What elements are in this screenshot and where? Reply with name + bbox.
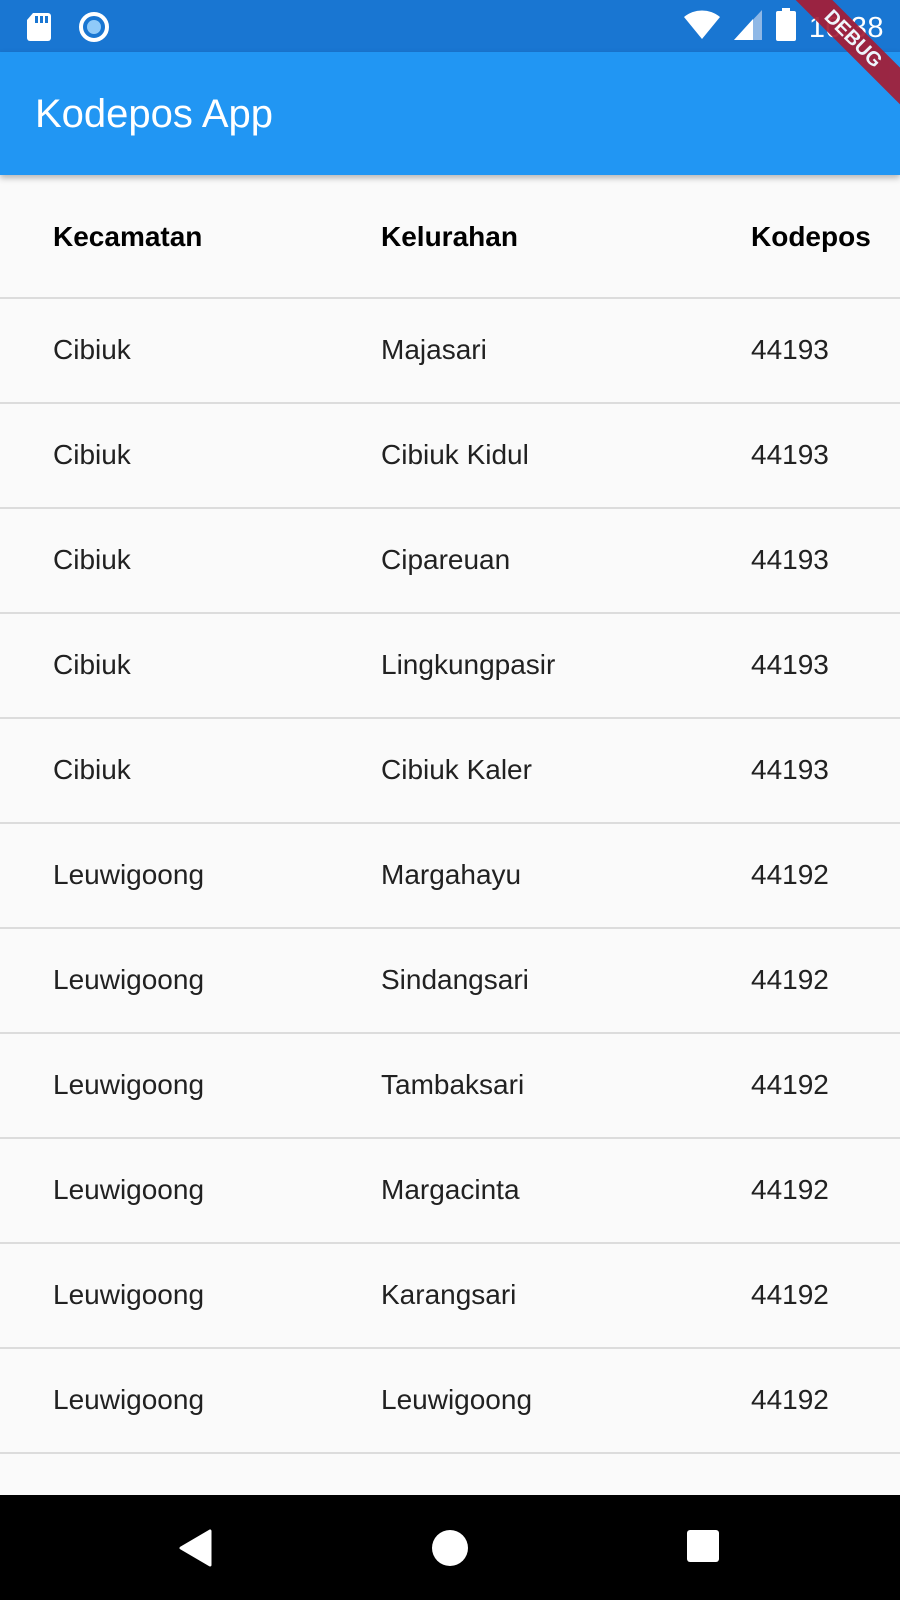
app-bar: Kodepos App (0, 52, 900, 175)
status-left-icons (26, 11, 110, 48)
back-icon[interactable] (178, 1529, 212, 1572)
table-row[interactable]: Cibiuk Cibiuk Kidul 44193 (0, 404, 900, 509)
cell-kecamatan: Leuwigoong (53, 1384, 205, 1415)
table-row[interactable]: Cibiuk Cipareuan 44193 (0, 509, 900, 614)
home-icon[interactable] (431, 1529, 469, 1572)
cell-kelurahan: Lingkungpasir (381, 649, 556, 680)
column-header-kelurahan[interactable]: Kelurahan (381, 220, 518, 254)
table-row[interactable]: Leuwigoong Sindangsari 44192 (0, 929, 900, 1034)
cell-kodepos: 44192 (751, 1069, 829, 1100)
sd-card-icon (26, 12, 52, 47)
table-row[interactable]: Leuwigoong Tambaksari 44192 (0, 1034, 900, 1139)
battery-icon (775, 8, 797, 47)
cell-kelurahan: Majasari (381, 334, 487, 365)
cell-kecamatan: Cibiuk (53, 439, 131, 470)
kodepos-table[interactable]: Kecamatan Kelurahan Kodepos Cibiuk Majas… (0, 175, 900, 1495)
cell-kodepos: 44192 (751, 964, 829, 995)
cell-kodepos: 44193 (751, 649, 829, 680)
cell-kelurahan: Karangsari (381, 1279, 517, 1310)
cell-kelurahan: Margacinta (381, 1174, 520, 1205)
recents-icon[interactable] (686, 1529, 720, 1568)
status-bar: 10:38 (0, 0, 900, 52)
cell-kecamatan: Cibiuk (53, 649, 131, 680)
cell-kodepos: 44192 (751, 1384, 829, 1415)
column-header-kecamatan[interactable]: Kecamatan (53, 220, 202, 254)
table-row[interactable]: Cibiuk Lingkungpasir 44193 (0, 614, 900, 719)
cell-kodepos: 44193 (751, 754, 829, 785)
table-row[interactable]: Leuwigoong Margahayu 44192 (0, 824, 900, 929)
cell-kelurahan: Cipareuan (381, 544, 511, 575)
cell-kecamatan: Leuwigoong (53, 1279, 205, 1310)
cell-kelurahan: Cibiuk Kaler (381, 754, 532, 785)
table-row[interactable]: Cibiuk Cibiuk Kaler 44193 (0, 719, 900, 824)
cell-kelurahan: Leuwigoong (381, 1384, 533, 1415)
page-title: Kodepos App (35, 92, 273, 136)
cell-kodepos: 44193 (751, 439, 829, 470)
cell-kodepos: 44192 (751, 859, 829, 890)
cell-kecamatan: Leuwigoong (53, 859, 205, 890)
table-header: Kecamatan Kelurahan Kodepos (0, 175, 900, 299)
signal-icon (733, 9, 763, 46)
cell-kelurahan: Margahayu (381, 859, 522, 890)
table-row[interactable]: Leuwigoong Leuwigoong 44192 (0, 1349, 900, 1454)
cell-kecamatan: Cibiuk (53, 754, 131, 785)
cell-kodepos: 44192 (751, 1174, 829, 1205)
cell-kecamatan: Leuwigoong (53, 1069, 205, 1100)
navigation-bar (0, 1495, 900, 1600)
cell-kodepos: 44193 (751, 544, 829, 575)
table-row[interactable]: Leuwigoong Karangsari 44192 (0, 1244, 900, 1349)
cell-kecamatan: Cibiuk (53, 544, 131, 575)
table-row[interactable]: Leuwigoong Margacinta 44192 (0, 1139, 900, 1244)
cell-kecamatan: Leuwigoong (53, 1174, 205, 1205)
column-header-kodepos[interactable]: Kodepos (751, 220, 871, 254)
cell-kecamatan: Cibiuk (53, 334, 131, 365)
cell-kecamatan: Leuwigoong (53, 964, 205, 995)
cell-kelurahan: Sindangsari (381, 964, 529, 995)
sync-icon (78, 11, 110, 48)
cell-kelurahan: Cibiuk Kidul (381, 439, 529, 470)
cell-kelurahan: Tambaksari (381, 1069, 525, 1100)
cell-kodepos: 44193 (751, 334, 829, 365)
table-row[interactable]: Cibiuk Majasari 44193 (0, 299, 900, 404)
cell-kodepos: 44192 (751, 1279, 829, 1310)
wifi-icon (683, 9, 721, 46)
